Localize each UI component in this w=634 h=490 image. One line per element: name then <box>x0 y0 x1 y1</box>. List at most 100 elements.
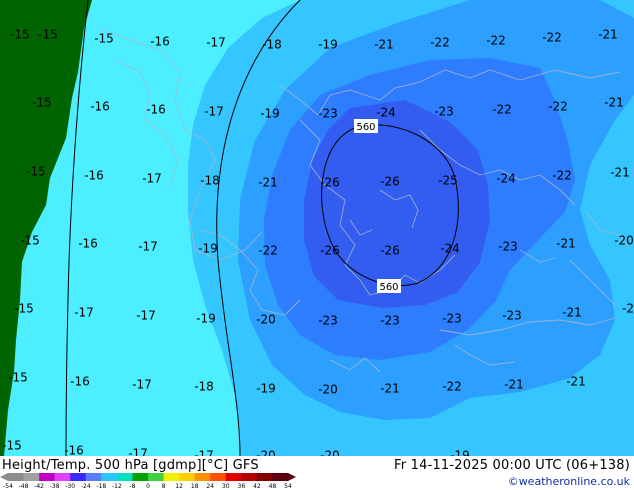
temperature-label: -23 <box>318 107 338 121</box>
temperature-label: -15 <box>26 165 46 179</box>
temperature-label: -25 <box>438 174 458 188</box>
temperature-map: 560 560 -15 -15 -15 -16 -17 -18 -19 -21 -22 -22 -22… <box>0 0 634 456</box>
color-scale-swatch <box>210 473 227 481</box>
temperature-label: -15 <box>8 371 28 385</box>
temperature-label: -15 <box>32 96 52 110</box>
color-scale-swatch <box>101 473 118 481</box>
color-scale-tick: -54 <box>3 483 13 490</box>
temperature-label: -24 <box>376 106 396 120</box>
temperature-label: -15 <box>38 28 58 42</box>
temperature-label: -17 <box>136 309 156 323</box>
color-scale-swatch <box>39 473 55 481</box>
temperature-label: -17 <box>206 36 226 50</box>
temperature-label: -22 <box>486 34 506 48</box>
color-scale-tick: 8 <box>162 483 166 490</box>
temperature-label: -21 <box>258 176 278 190</box>
color-scale-swatch <box>8 473 24 481</box>
color-scale-swatch <box>194 473 211 481</box>
color-scale-swatch <box>116 473 133 481</box>
temperature-label: -19 <box>196 312 216 326</box>
temperature-label: -19 <box>256 382 276 396</box>
color-scale-swatch <box>70 473 87 481</box>
temperature-label: -16 <box>84 169 104 183</box>
temperature-label: -20 <box>256 449 276 457</box>
temperature-label: -19 <box>318 38 338 52</box>
temperature-label: -22 <box>542 31 562 45</box>
temperature-label: -22 <box>552 169 572 183</box>
temperature-label: -19 <box>450 449 470 457</box>
color-scale-bar: -54 -48 -42 -38 -30 -24 -18 -12 -8 0 8 12 18 24 30 36 42… <box>0 473 296 490</box>
color-scale-right-tip <box>288 473 296 481</box>
temperature-label: -15 <box>14 302 34 316</box>
temperature-label: -21 <box>566 375 586 389</box>
contour-label: 560 <box>377 279 401 293</box>
valid-time: Fr 14-11-2025 00:00 UTC (06+138) <box>394 458 630 473</box>
temperature-label: -15 <box>2 439 22 453</box>
temperature-label: -20 <box>256 313 276 327</box>
temperature-label: -15 <box>20 234 40 248</box>
temperature-label: -16 <box>90 100 110 114</box>
temperature-label: -24 <box>496 172 516 186</box>
temperature-label: -17 <box>128 447 148 457</box>
color-scale-swatch <box>225 473 242 481</box>
color-scale-tick: 24 <box>206 483 214 490</box>
temperature-label: -17 <box>138 240 158 254</box>
temperature-label: -17 <box>132 378 152 392</box>
temperature-label: -21 <box>562 306 582 320</box>
temperature-label: -21 <box>610 166 630 180</box>
temperature-label: -22 <box>258 244 278 258</box>
temperature-label: -21 <box>504 378 524 392</box>
color-scale-swatch <box>148 473 164 481</box>
temperature-label: -16 <box>70 375 90 389</box>
temperature-label: -16 <box>78 237 98 251</box>
temperature-label: -2 <box>622 302 634 316</box>
temperature-label: -22 <box>442 380 462 394</box>
color-scale-tick: 54 <box>284 483 292 490</box>
color-scale-swatch <box>179 473 195 481</box>
color-scale-tick: 18 <box>191 483 199 490</box>
temperature-label: -26 <box>380 244 400 258</box>
color-scale-tick: -18 <box>96 483 106 490</box>
color-scale-swatch <box>23 473 40 481</box>
temperature-label: -24 <box>440 242 460 256</box>
temperature-label: -20 <box>320 449 340 457</box>
color-scale-tick: 42 <box>253 483 261 490</box>
color-scale-tick: -42 <box>34 483 44 490</box>
temperature-label: -22 <box>548 100 568 114</box>
color-scale-tick: 0 <box>146 483 150 490</box>
temperature-label: -17 <box>204 105 224 119</box>
color-scale-tick: 12 <box>175 483 183 490</box>
color-scale-swatch <box>241 473 258 481</box>
temperature-label: -22 <box>430 36 450 50</box>
svg-text:560: 560 <box>356 122 375 133</box>
temperature-label: -21 <box>598 28 618 42</box>
color-scale-tick: -8 <box>129 483 135 490</box>
temperature-label: -21 <box>380 382 400 396</box>
temperature-label: -20 <box>318 383 338 397</box>
temperature-label: -21 <box>604 96 624 110</box>
temperature-label: -23 <box>434 105 454 119</box>
temperature-label: -20 <box>614 234 634 248</box>
temperature-label: -15 <box>94 32 114 46</box>
color-scale-tick: -30 <box>65 483 75 490</box>
temperature-label: -26 <box>380 175 400 189</box>
color-scale-swatch <box>85 473 102 481</box>
color-scale-swatch <box>163 473 180 481</box>
color-scale-swatch <box>132 473 149 481</box>
color-scale-tick: 48 <box>269 483 277 490</box>
color-scale-tick: 36 <box>238 483 246 490</box>
color-scale-tick: -24 <box>81 483 91 490</box>
credit-link[interactable]: ©weatheronline.co.uk <box>508 475 630 488</box>
contour-label: 560 <box>354 119 378 133</box>
temperature-label: -26 <box>320 176 340 190</box>
temperature-label: -19 <box>260 107 280 121</box>
temperature-label: -23 <box>498 240 518 254</box>
color-scale-tick: 30 <box>222 483 230 490</box>
color-scale-tick: -48 <box>19 483 29 490</box>
weather-map-screen: 560 560 -15 -15 -15 -16 -17 -18 -19 -21 -22 -22 -22… <box>0 0 634 490</box>
color-scale-swatch <box>272 473 289 481</box>
temperature-label: -23 <box>442 312 462 326</box>
temperature-label: -16 <box>146 103 166 117</box>
color-scale-swatch <box>54 473 71 481</box>
temperature-label: -16 <box>64 444 84 457</box>
